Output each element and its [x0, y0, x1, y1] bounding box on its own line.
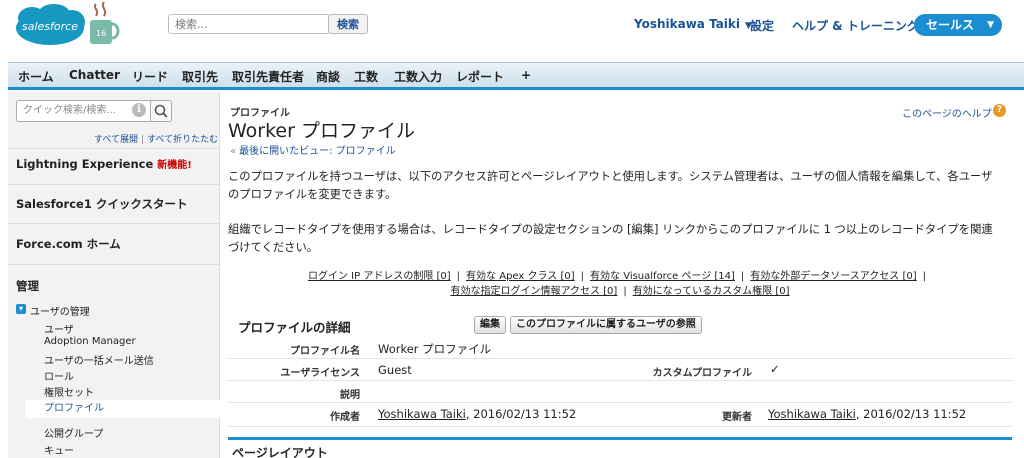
main-content: プロファイル Worker プロファイル «最後に開いたビュー: プロファイル …: [228, 92, 1024, 458]
modified-by-label: 更新者: [722, 412, 752, 423]
app-menu-label: セールス: [926, 18, 975, 32]
custom-permissions-link[interactable]: 有効になっているカスタム権限 [0]: [633, 286, 790, 297]
profile-name-label: プロファイル名: [290, 346, 360, 357]
mug-release-number: 16: [96, 29, 106, 38]
global-search: 検索: [168, 14, 368, 36]
visualforce-pages-link[interactable]: 有効な Visualforce ページ [14]: [590, 271, 735, 282]
sidebar-item-profiles[interactable]: プロファイル: [26, 400, 220, 418]
modified-by-user-link[interactable]: Yoshikawa Taiki: [768, 407, 856, 421]
profile-name-value: Worker プロファイル: [378, 342, 492, 356]
page-layout-section-divider: [228, 437, 1012, 440]
tab-contacts[interactable]: 取引先責任者: [232, 68, 304, 85]
sidebar-item-roles[interactable]: ロール: [44, 368, 74, 383]
related-list-links-row-1: ログイン IP アドレスの制限 [0] | 有効な Apex クラス [0] | 有効な…: [307, 271, 927, 282]
back-to-list-link[interactable]: «最後に開いたビュー: プロファイル: [230, 142, 396, 157]
external-data-sources-link[interactable]: 有効な外部データソースアクセス [0]: [750, 271, 916, 282]
setup-sidebar: クイック検索/検索... i すべて展開 | すべて折りたたむ Lightning …: [8, 92, 220, 458]
add-tab-icon[interactable]: +: [521, 68, 531, 82]
login-ip-ranges-link[interactable]: ログイン IP アドレスの制限 [0]: [308, 271, 451, 282]
profile-description-2: 組織でレコードタイプを使用する場合は、レコードタイプの設定セクションの [編集]…: [228, 221, 1012, 257]
user-name: Yoshikawa Taiki: [634, 17, 741, 31]
global-header: salesforce 16 検索 Yoshikawa Taiki▼ 設定 ヘルプ…: [0, 0, 1024, 60]
created-by-value: Yoshikawa Taiki, 2016/02/13 11:52: [378, 407, 576, 421]
app-menu-button[interactable]: セールス ▼: [914, 14, 1002, 36]
sidebar-admin-heading: 管理: [16, 279, 39, 293]
tab-chatter[interactable]: Chatter: [69, 68, 120, 82]
new-badge: 新機能!: [157, 160, 192, 171]
tab-home[interactable]: ホーム: [18, 68, 54, 85]
sidebar-user-management[interactable]: ユーザの管理: [30, 303, 90, 318]
sidebar-item-users[interactable]: ユーザ: [44, 321, 74, 336]
detail-row-description: 説明: [228, 381, 1012, 403]
profile-description-1: このプロファイルを持つユーザは、以下のアクセス許可とページレイアウトと使用します…: [228, 168, 1012, 204]
sidebar-item-label: Lightning Experience: [16, 157, 154, 171]
sidebar-divider: [8, 184, 220, 185]
modified-date: , 2016/02/13 11:52: [855, 407, 967, 421]
quick-find-search-button[interactable]: [150, 100, 172, 122]
sidebar-item-public-groups[interactable]: 公開グループ: [44, 425, 103, 440]
detail-row-audit: 作成者 Yoshikawa Taiki, 2016/02/13 11:52 更新…: [228, 403, 1012, 427]
modified-by-value: Yoshikawa Taiki, 2016/02/13 11:52: [768, 407, 966, 421]
tab-reports[interactable]: レポート: [456, 68, 504, 85]
description-label: 説明: [340, 390, 360, 401]
back-link-label: 最後に開いたビュー: プロファイル: [239, 146, 396, 157]
help-icon[interactable]: ?: [993, 104, 1006, 117]
user-license-label: ユーザライセンス: [280, 368, 360, 379]
tab-man-hours[interactable]: 工数: [354, 68, 378, 85]
description-line: づけてください。: [228, 241, 319, 254]
description-line: 組織でレコードタイプを使用する場合は、レコードタイプの設定セクションの [編集]…: [228, 223, 993, 236]
tab-bar: ホーム Chatter リード 取引先 取引先責任者 商談 工数 工数入力 レポ…: [8, 62, 1024, 90]
sidebar-forcecom-home[interactable]: Force.com ホーム: [16, 236, 121, 252]
section-title: プロファイルの詳細: [238, 320, 351, 335]
description-line: このプロファイルを持つユーザは、以下のアクセス許可とページレイアウトと使用します…: [228, 170, 993, 183]
page-layout-section-title: ページレイアウト: [232, 446, 328, 458]
tab-man-hours-entry[interactable]: 工数入力: [394, 68, 442, 85]
sidebar-divider: [8, 264, 220, 265]
tab-leads[interactable]: リード: [132, 68, 168, 85]
apex-classes-link[interactable]: 有効な Apex クラス [0]: [466, 271, 575, 282]
tree-expand-controls: すべて展開 | すべて折りたたむ: [94, 135, 219, 145]
sidebar-divider: [8, 223, 220, 224]
search-button[interactable]: 検索: [328, 14, 368, 34]
custom-profile-label: カスタムプロファイル: [652, 368, 752, 379]
page-title: Worker プロファイル: [228, 120, 415, 142]
logo-text: salesforce: [22, 20, 78, 33]
detail-row-license: ユーザライセンス Guest カスタムプロファイル ✓: [228, 359, 1012, 381]
expand-all-link[interactable]: すべて展開: [94, 135, 138, 145]
checkmark-icon: ✓: [770, 362, 780, 376]
chevron-down-icon: ▼: [987, 20, 994, 30]
help-for-this-page-link[interactable]: このページのヘルプ: [902, 105, 992, 120]
search-icon: [154, 104, 168, 118]
related-list-links-row-2: 有効な指定ログイン情報アクセス [0] | 有効になっているカスタム権限 [0]: [450, 286, 790, 297]
edit-button[interactable]: 編集: [474, 316, 506, 334]
sidebar-divider: [8, 148, 220, 149]
created-by-user-link[interactable]: Yoshikawa Taiki: [378, 407, 466, 421]
salesforce-logo[interactable]: salesforce: [14, 4, 86, 48]
sidebar-salesforce1-quickstart[interactable]: Salesforce1 クイックスタート: [16, 196, 187, 212]
user-menu[interactable]: Yoshikawa Taiki ▼: [634, 17, 752, 31]
created-date: , 2016/02/13 11:52: [465, 407, 577, 421]
description-line: のプロファイルを変更できます。: [228, 188, 397, 201]
tab-opportunities[interactable]: 商談: [316, 68, 340, 85]
sidebar-item-permission-sets[interactable]: 権限セット: [44, 384, 94, 399]
sidebar-item-mass-email[interactable]: ユーザの一括メール送信: [44, 352, 154, 367]
sidebar-item-queues[interactable]: キュー: [44, 442, 74, 457]
named-credentials-link[interactable]: 有効な指定ログイン情報アクセス [0]: [450, 286, 617, 297]
view-users-button[interactable]: このプロファイルに属するユーザの参照: [510, 316, 702, 334]
tab-accounts[interactable]: 取引先: [182, 68, 218, 85]
setup-link[interactable]: 設定: [750, 17, 774, 34]
search-input[interactable]: [168, 14, 330, 34]
collapse-icon[interactable]: ▾: [16, 304, 26, 314]
sidebar-item-adoption-manager[interactable]: Adoption Manager: [44, 336, 136, 347]
release-mug-icon: 16: [90, 2, 120, 44]
detail-row-name: プロファイル名 Worker プロファイル: [228, 337, 1012, 359]
created-by-label: 作成者: [330, 412, 360, 423]
sidebar-lightning-experience[interactable]: Lightning Experience 新機能!: [16, 156, 192, 171]
user-license-value: Guest: [378, 363, 412, 377]
back-arrow-icon: «: [230, 146, 237, 157]
info-icon[interactable]: i: [132, 103, 146, 117]
collapse-all-link[interactable]: すべて折りたたむ: [147, 135, 218, 145]
help-training-link[interactable]: ヘルプ & トレーニング: [792, 17, 919, 34]
